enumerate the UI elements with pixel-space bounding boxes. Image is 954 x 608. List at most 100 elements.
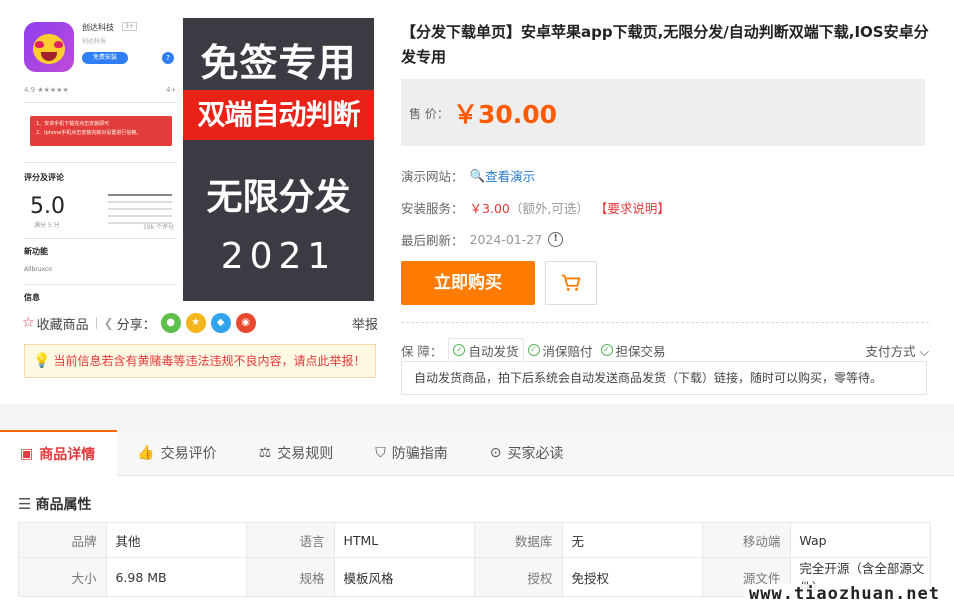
review-score: 5.0 xyxy=(30,194,65,219)
detail-tabs: ▣ 商品详情 👍 交易评价 ⚖ 交易规则 ⛉ 防骗指南 ⊙ 买家必读 xyxy=(0,430,954,476)
guarantee-escrow[interactable]: ✓ 担保交易 xyxy=(597,338,670,362)
shield-icon: ⛉ xyxy=(375,445,386,461)
payment-methods-dropdown[interactable]: 支付方式 ⌵ xyxy=(866,341,929,360)
thumbs-up-icon: 👍 xyxy=(137,445,155,461)
star-icon: ☆ xyxy=(22,315,35,331)
price-value: ￥30.00 xyxy=(453,100,558,129)
section-gap xyxy=(0,404,954,430)
age-rating: 4+ xyxy=(166,86,177,94)
install-row: 安装服务： ￥3.00 （额外,可选） 【要求说明】 xyxy=(401,198,670,217)
attr-value: 其他 xyxy=(106,522,247,558)
demo-row: 演示网站： 🔍 查看演示 xyxy=(401,166,535,185)
product-title: 【分发下载单页】安卓苹果app下载页,无限分发/自动判断双端下载,IOS安卓分发… xyxy=(401,23,929,66)
attr-key: 数据库 xyxy=(473,522,564,558)
new-features-title: 新功能 xyxy=(24,247,48,256)
refresh-row: 最后刷新： 2024-01-27 ! xyxy=(401,230,564,249)
search-icon: 🔍 xyxy=(469,167,486,183)
share-label: 分享： xyxy=(116,317,156,333)
report-link[interactable]: 举报 xyxy=(352,314,378,333)
attr-key: 移动端 xyxy=(701,522,792,558)
score-sub: 满分 5 分 xyxy=(34,222,60,229)
buy-now-button[interactable]: 立即购买 xyxy=(401,261,535,305)
install-label: 安装服务： xyxy=(401,201,464,216)
tab-anti-fraud[interactable]: ⛉ 防骗指南 xyxy=(355,430,470,476)
attr-value: 6.98 MB xyxy=(106,557,247,597)
tab-label: 防骗指南 xyxy=(391,446,448,462)
attributes-heading: ☰ 商品属性 xyxy=(18,494,91,514)
app-name: 创达科技 xyxy=(82,23,114,32)
wechat-icon[interactable]: ● xyxy=(160,313,181,333)
rating-line: 4.9 ★★★★★ xyxy=(24,86,69,94)
check-icon: ✓ xyxy=(453,344,466,356)
check-icon: ✓ xyxy=(527,344,540,356)
poster-line-1: 免签专用 xyxy=(200,41,357,85)
add-to-cart-button[interactable] xyxy=(545,261,597,305)
favorite-button[interactable]: ☆ 收藏商品 xyxy=(22,314,89,333)
attr-key: 语言 xyxy=(245,522,336,558)
qq-icon[interactable]: ◆ xyxy=(210,313,231,333)
poster-line-2: 双端自动判断 xyxy=(183,90,374,140)
product-gallery: 创达科技 3+ 创达科技 免费安装 ? 4.9 ★★★★★ 4+ 1、安卓手机下… xyxy=(18,18,378,303)
install-requirements-link[interactable]: 【要求说明】 xyxy=(595,198,670,217)
demo-link[interactable]: 查看演示 xyxy=(485,166,535,185)
weibo-icon[interactable]: ◉ xyxy=(235,313,256,333)
tab-label: 交易评价 xyxy=(160,446,217,462)
tab-details[interactable]: ▣ 商品详情 xyxy=(0,430,118,476)
circle-dot-icon: ⊙ xyxy=(489,445,502,461)
attr-key: 大小 xyxy=(17,557,108,597)
qzone-icon[interactable]: ★ xyxy=(185,313,206,333)
site-watermark: www.tiaozhuan.net xyxy=(745,584,944,604)
tab-reviews[interactable]: 👍 交易评价 xyxy=(117,430,238,476)
tab-rules[interactable]: ⚖ 交易规则 xyxy=(239,430,356,476)
app-developer: 创达科技 xyxy=(82,38,107,45)
check-icon: ✓ xyxy=(600,344,613,356)
guarantee-item-label: 自动发货 xyxy=(468,343,519,359)
guarantee-compensation[interactable]: ✓ 消保赔付 xyxy=(524,338,597,362)
guarantee-label: 保 障： xyxy=(401,343,443,359)
attr-key: 品牌 xyxy=(17,522,108,558)
app-icon xyxy=(24,22,74,72)
report-warning[interactable]: 💡 当前信息若含有黄赌毒等违法违规不良内容，请点此举报！ xyxy=(24,344,376,378)
refresh-date: 2024-01-27 xyxy=(469,232,543,247)
warning-text: 当前信息若含有黄赌毒等违法违规不良内容，请点此举报！ xyxy=(53,354,366,368)
attr-value: 无 xyxy=(562,522,703,558)
promo-poster: 免签专用 双端自动判断 无限分发 2021 xyxy=(183,18,374,301)
attr-value: 模板风格 xyxy=(334,557,475,597)
tab-label: 买家必读 xyxy=(507,446,564,462)
price-label: 售 价： xyxy=(409,107,449,121)
tab-buyer-notes[interactable]: ⊙ 买家必读 xyxy=(470,430,586,476)
install-price: ￥3.00 xyxy=(469,201,510,216)
app-store-screenshot: 创达科技 3+ 创达科技 免费安装 ? 4.9 ★★★★★ 4+ 1、安卓手机下… xyxy=(18,18,183,303)
help-icon: ? xyxy=(162,52,174,64)
install-button: 免费安装 xyxy=(82,52,128,64)
install-note: （额外,可选） xyxy=(509,201,589,216)
guarantee-auto-delivery[interactable]: ✓ 自动发货 xyxy=(448,338,524,362)
payment-methods-label: 支付方式 xyxy=(865,343,916,359)
attr-value: 免授权 xyxy=(562,557,703,597)
share-icon: ❮ xyxy=(103,316,114,330)
attributes-title: 商品属性 xyxy=(35,497,92,513)
attr-key: 授权 xyxy=(473,557,564,597)
chevron-down-icon: ⌵ xyxy=(919,343,929,359)
lightbulb-icon: 💡 xyxy=(33,353,51,369)
guarantee-description: 自动发货商品，拍下后系统会自动发送商品发货（下载）链接，随时可以购买，零等待。 xyxy=(401,361,927,395)
tab-label: 商品详情 xyxy=(39,447,96,463)
info-title: 信息 xyxy=(24,293,40,302)
gallery-actions: ☆ 收藏商品 ❮ 分享： ● ★ ◆ ◉ 举报 xyxy=(22,312,378,334)
details-icon: ▣ xyxy=(20,446,34,462)
scale-icon: ⚖ xyxy=(258,445,272,461)
cart-icon xyxy=(561,274,581,291)
divider xyxy=(95,317,97,329)
reviews-title: 评分及评论 xyxy=(24,173,64,182)
guarantee-item-label: 担保交易 xyxy=(615,343,666,359)
divider xyxy=(401,322,929,323)
app-tag: 3+ xyxy=(122,22,137,31)
info-icon[interactable]: ! xyxy=(548,232,564,247)
guarantee-item-label: 消保赔付 xyxy=(542,343,593,359)
favorite-label: 收藏商品 xyxy=(36,317,89,333)
refresh-label: 最后刷新： xyxy=(401,233,464,248)
poster-line-3: 无限分发 xyxy=(206,177,351,218)
list-search-icon: ☰ xyxy=(18,495,32,513)
new-features-sub: Allbruxco xyxy=(24,266,52,273)
attr-key: 规格 xyxy=(245,557,336,597)
